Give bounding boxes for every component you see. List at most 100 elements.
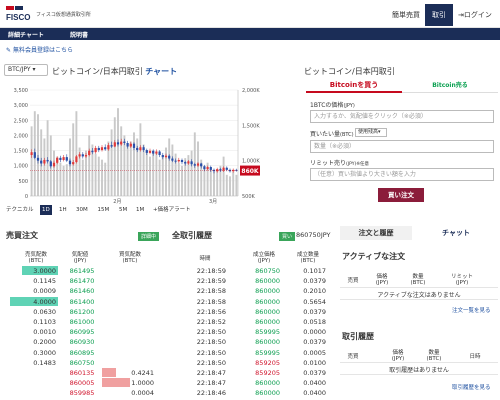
timeframe-7[interactable]: +価格アラート xyxy=(151,205,193,215)
candle-body xyxy=(104,147,107,150)
buy-tab[interactable]: Bitcoinを買う xyxy=(306,79,402,93)
board-row[interactable]: 0.0009 861460 xyxy=(6,286,158,296)
price-chart[interactable]: 3,500 3,000 2,500 2,000 1,500 1,000 500 0 2,000K… xyxy=(0,84,268,204)
candle-body xyxy=(180,159,184,163)
price-tag-label: 860K xyxy=(241,168,259,175)
nav-trade[interactable]: 取引 xyxy=(425,4,453,26)
board-row[interactable]: 0.2000 860930 xyxy=(6,337,158,347)
history-row: 22:18:59 860000 0.0379 xyxy=(174,276,330,286)
candle-body xyxy=(168,155,171,159)
chart-title-link[interactable]: チャート xyxy=(145,67,177,76)
trade-history-title: 取引履歴 xyxy=(342,332,374,341)
volume-bar xyxy=(161,156,164,196)
trade-history-link[interactable]: 取引履歴を見る xyxy=(452,383,491,391)
fisco-logo[interactable]: FISCO xyxy=(6,6,32,22)
sub-nav: 詳細チャート 説明書 xyxy=(0,28,500,40)
board-row[interactable]: 4.0000 861400 xyxy=(6,296,158,307)
volume-bar xyxy=(152,150,155,196)
candle-body xyxy=(129,143,132,147)
candle-body xyxy=(161,155,164,158)
candle-body xyxy=(97,147,100,151)
board-row[interactable]: 859985 0.0004 xyxy=(6,388,158,398)
board-row[interactable]: 3.0000 861495 xyxy=(6,266,158,276)
qty-unit-select[interactable]: 使用残高▾ xyxy=(355,128,387,137)
chart-title: ビットコイン/日本円取引 チャート xyxy=(52,66,177,77)
candle-body xyxy=(88,150,91,156)
divider xyxy=(340,299,498,300)
candle-body xyxy=(81,154,84,157)
timeframe-0[interactable]: テクニカル xyxy=(4,205,36,215)
trade-price: 860000 xyxy=(255,277,280,286)
nav-manual[interactable]: 説明書 xyxy=(70,30,88,39)
trade-price: 860000 xyxy=(255,297,280,306)
history-row: 22:18:47 860000 0.0400 xyxy=(174,378,330,388)
board-row[interactable]: 0.1103 861000 xyxy=(6,317,158,327)
timeframe-2[interactable]: 1H xyxy=(57,205,69,215)
col-active-price: 価格 (JPY) xyxy=(368,272,396,286)
chevron-down-icon: ▾ xyxy=(378,129,381,135)
candle-body xyxy=(206,167,209,170)
volume-bar xyxy=(88,135,91,196)
nav-login[interactable]: ⇥ログイン xyxy=(458,10,492,20)
candle-body xyxy=(123,141,126,143)
qty-label-text: 買いたい量 xyxy=(310,131,341,138)
y2-tick-label: 500K xyxy=(242,194,256,200)
price-input[interactable]: 入力するか、気配値をクリック（※必須） xyxy=(310,110,494,123)
board-row[interactable]: 0.0630 861200 xyxy=(6,307,158,317)
history-title: 全取引履歴 xyxy=(172,231,212,240)
pair-select-value: BTC/JPY xyxy=(8,66,31,73)
timeframe-3[interactable]: 30M xyxy=(74,205,90,215)
candle-body xyxy=(49,161,52,167)
trade-time: 22:18:50 xyxy=(196,328,226,337)
buy-qty: 0.4241 xyxy=(131,369,154,377)
candle-body xyxy=(164,155,168,158)
sell-qty: 0.0009 xyxy=(33,287,56,296)
col-active-qty-unit: (BTC) xyxy=(410,280,426,286)
logo-text: FISCO xyxy=(6,13,30,22)
board-row[interactable]: 0.1145 861470 xyxy=(6,276,158,286)
volume-bar xyxy=(110,129,113,196)
volume-bar xyxy=(213,171,215,196)
board-row[interactable]: 0.0010 860995 xyxy=(6,327,158,337)
chart-title-text: ビットコイン/日本円取引 xyxy=(52,67,143,76)
sell-tab[interactable]: Bitcoin売る xyxy=(402,79,498,93)
board-row[interactable]: 860005 1.0000 xyxy=(6,378,158,388)
trade-time: 22:18:50 xyxy=(196,338,226,347)
board-row[interactable]: 860135 0.4241 xyxy=(6,368,158,378)
board-row[interactable]: 0.3000 860895 xyxy=(6,348,158,358)
tab-chat[interactable]: チャット xyxy=(412,226,500,240)
promo-link[interactable]: ✎ 無料会員登録はこちら xyxy=(6,45,73,54)
col-history-price-label: 価格 xyxy=(392,350,404,356)
candle-body xyxy=(200,163,203,167)
orders-list-link[interactable]: 注文一覧を見る xyxy=(452,306,491,314)
quote-price: 860995 xyxy=(69,328,95,337)
volume-bar xyxy=(177,162,180,196)
candle-body xyxy=(139,147,142,151)
volume-bar xyxy=(222,156,225,196)
volume-bar xyxy=(142,144,145,196)
board-row[interactable]: 0.1483 860750 xyxy=(6,358,158,368)
nav-simple-trade[interactable]: 簡単売買 xyxy=(392,10,420,20)
timeframe-5[interactable]: 5M xyxy=(117,205,129,215)
pair-select[interactable]: BTC/JPY ▾ xyxy=(4,64,48,76)
timeframe-6[interactable]: 1M xyxy=(134,205,146,215)
quote-price: 860005 xyxy=(69,379,95,388)
nav-detail-chart[interactable]: 詳細チャート xyxy=(8,30,44,39)
tab-orders[interactable]: 注文と履歴 xyxy=(340,226,412,240)
buy-order-button[interactable]: 買い注文 xyxy=(378,188,424,202)
timeframe-1[interactable]: 1D xyxy=(40,205,52,215)
candle-body xyxy=(193,164,196,166)
candle-body xyxy=(196,163,200,166)
qty-input[interactable]: 数量（※必須） xyxy=(310,140,494,153)
timeframe-4[interactable]: 15M xyxy=(96,205,112,215)
y-tick-label: 3,000 xyxy=(14,103,28,109)
history-row: 22:18:50 859995 0.0005 xyxy=(174,348,330,358)
quote-price: 861495 xyxy=(69,267,95,275)
volume-bar xyxy=(216,170,219,196)
trade-time: 22:18:50 xyxy=(196,348,226,357)
trade-time: 22:18:58 xyxy=(196,287,226,296)
volume-bar xyxy=(190,150,193,196)
volume-bar xyxy=(126,144,129,196)
limit-input[interactable]: （任意）買い指値より大きい額を入力 xyxy=(310,168,494,181)
candle-body xyxy=(174,160,177,162)
